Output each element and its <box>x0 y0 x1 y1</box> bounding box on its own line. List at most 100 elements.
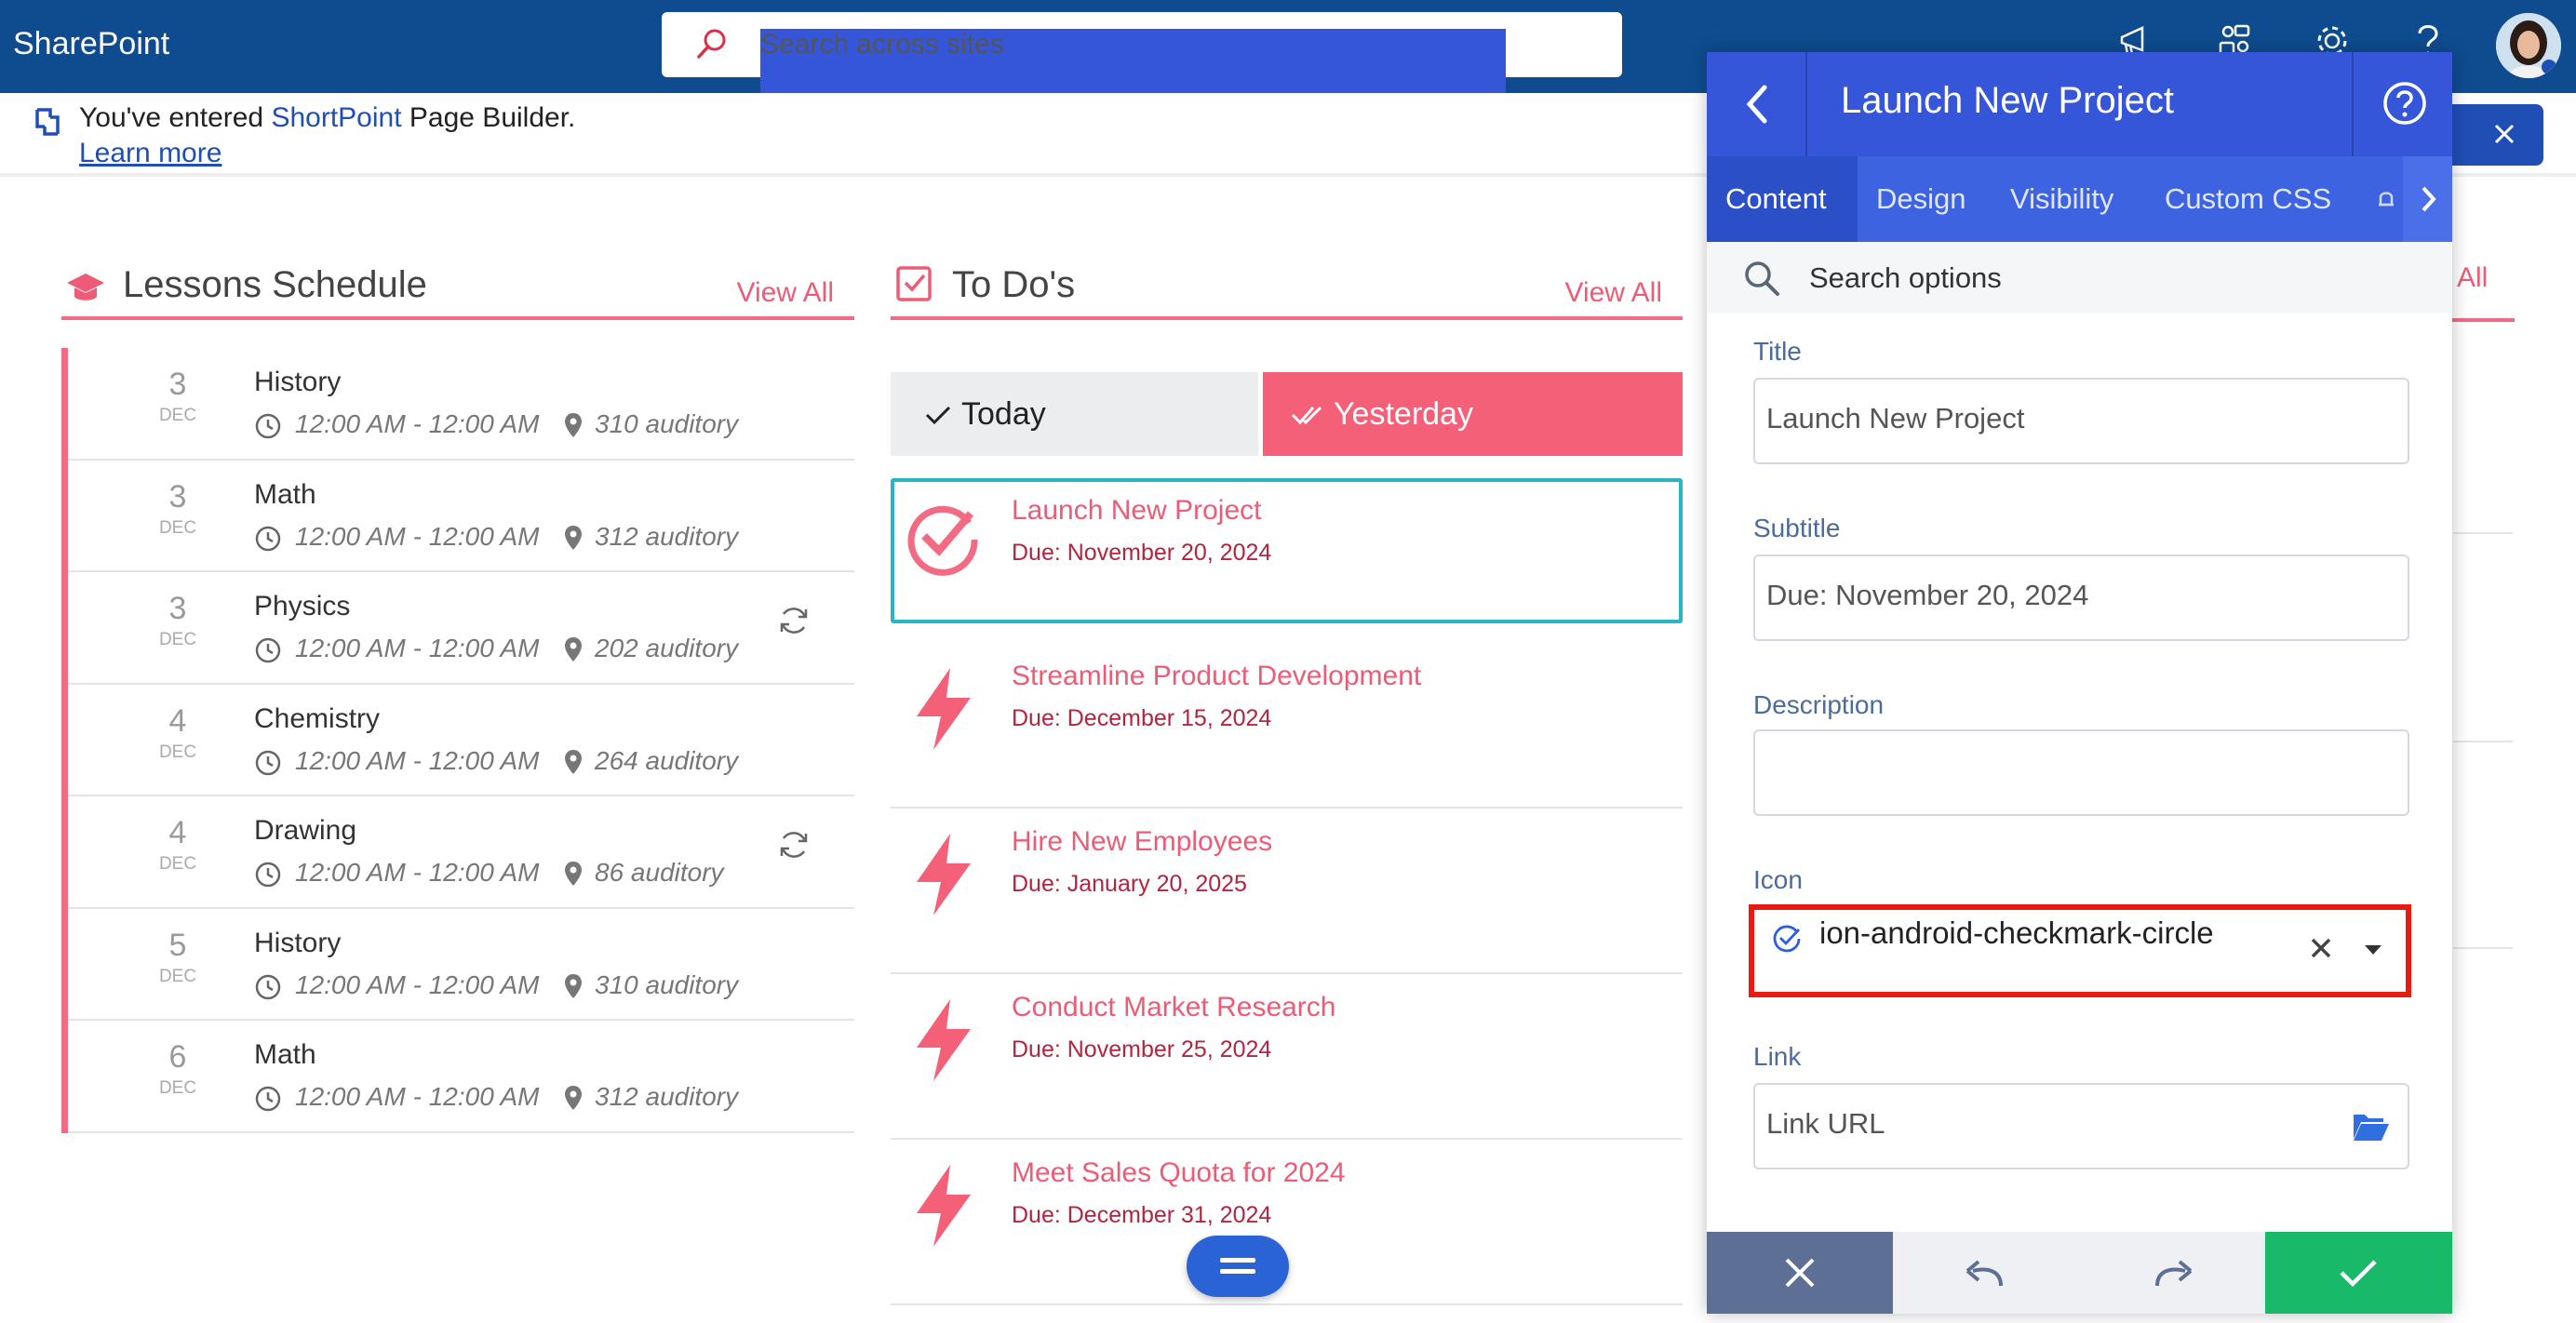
lesson-subject: History <box>254 367 342 397</box>
search-icon <box>1745 261 1779 296</box>
icon-select[interactable]: ion-android-checkmark-circle <box>1749 904 2411 997</box>
clock-icon <box>254 746 282 777</box>
location-pin-icon <box>563 746 584 776</box>
todo-title: Meet Sales Quota for 2024 <box>1012 1157 1346 1188</box>
todo-item[interactable]: Hire New Employees Due: January 20, 2025 <box>891 809 1683 974</box>
icon-value: ion-android-checkmark-circle <box>1819 915 2214 950</box>
todo-tabs: Today Yesterday <box>891 372 1683 456</box>
title-field[interactable]: Launch New Project <box>1753 378 2409 464</box>
lesson-day: 5 <box>168 927 187 963</box>
todo-title: Conduct Market Research <box>1012 992 1336 1022</box>
app-name[interactable]: SharePoint <box>13 26 169 62</box>
lesson-month: DEC <box>158 517 197 538</box>
lesson-month: DEC <box>158 406 197 425</box>
lesson-month: DEC <box>158 966 197 986</box>
lessons-view-all-link[interactable]: View All <box>736 277 834 309</box>
lesson-subject: Math <box>254 478 316 510</box>
panel-footer <box>1707 1232 2452 1314</box>
clear-icon[interactable] <box>2309 936 2333 960</box>
lesson-item[interactable]: 6 DEC Math 12:00 AM - 12:00 AM 312 auditory <box>68 1021 854 1133</box>
icon-label: Icon <box>1753 865 1803 894</box>
clock-icon <box>254 522 282 553</box>
tab-yesterday[interactable]: Yesterday <box>1263 372 1683 456</box>
cancel-button[interactable] <box>1707 1232 1893 1314</box>
redo-icon <box>2155 1260 2193 1287</box>
tab-today[interactable]: Today <box>891 372 1258 456</box>
lightning-icon <box>904 996 982 1085</box>
clock-icon <box>254 970 282 1001</box>
learn-more-link[interactable]: Learn more <box>79 138 221 169</box>
folder-open-icon[interactable] <box>2352 1109 2391 1143</box>
redo-button[interactable] <box>2079 1232 2265 1314</box>
subtitle-label: Subtitle <box>1753 514 1841 542</box>
lesson-item[interactable]: 4 DEC Chemistry 12:00 AM - 12:00 AM 264 audi… <box>68 685 854 796</box>
todo-due-date: Due: January 20, 2025 <box>1012 871 1247 897</box>
lesson-subject: Chemistry <box>254 702 381 734</box>
help-button[interactable] <box>2352 52 2452 156</box>
double-check-icon <box>1291 404 1324 426</box>
todo-item[interactable]: Streamline Product Development Due: Decem… <box>891 644 1683 808</box>
todo-title: Hire New Employees <box>1012 826 1273 857</box>
lesson-room: 202 auditory <box>595 634 739 662</box>
check-icon <box>924 404 952 426</box>
row-divider <box>2453 947 2513 949</box>
lesson-time: 12:00 AM - 12:00 AM <box>295 409 540 438</box>
check-icon <box>2340 1260 2377 1288</box>
lesson-day: 6 <box>168 1039 187 1075</box>
tab-content[interactable]: Content <box>1707 156 1858 242</box>
clock-icon <box>254 858 282 889</box>
shortpoint-logo-icon <box>34 106 61 138</box>
tabs-next-button[interactable] <box>2403 156 2452 242</box>
checkbox-icon <box>894 262 935 303</box>
save-button[interactable] <box>2265 1232 2452 1314</box>
lessons-list: 3 DEC History 12:00 AM - 12:00 AM 310 audito… <box>61 348 854 1133</box>
site-search[interactable]: Search across sites <box>662 12 1622 133</box>
row-divider <box>2453 532 2513 534</box>
row-divider <box>2453 741 2513 742</box>
notice-message: You've entered ShortPoint Page Builder. <box>79 102 576 133</box>
todos-view-all-link[interactable]: View All <box>1564 277 1662 309</box>
todo-item[interactable]: Conduct Market Research Due: November 25,… <box>891 975 1683 1140</box>
tab-custom-css[interactable]: Custom CSS <box>2165 156 2331 242</box>
todo-item[interactable]: Meet Sales Quota for 2024 Due: December 3… <box>891 1141 1683 1305</box>
lesson-time: 12:00 AM - 12:00 AM <box>295 634 540 662</box>
lesson-day: 3 <box>168 591 187 626</box>
lesson-item[interactable]: 3 DEC Physics 12:00 AM - 12:00 AM 202 audito… <box>68 572 854 685</box>
lesson-item[interactable]: 4 DEC Drawing 12:00 AM - 12:00 AM 86 auditor… <box>68 796 854 909</box>
location-pin-icon <box>563 522 584 552</box>
avatar[interactable] <box>2496 13 2561 78</box>
lesson-room: 310 auditory <box>595 969 739 999</box>
lightning-icon <box>904 830 982 919</box>
panel-title: Launch New Project <box>1841 80 2174 121</box>
builder-menu-button[interactable] <box>1187 1236 1289 1297</box>
lesson-month: DEC <box>158 630 197 649</box>
undo-button[interactable] <box>1893 1232 2079 1314</box>
lesson-time: 12:00 AM - 12:00 AM <box>295 521 540 551</box>
lesson-time: 12:00 AM - 12:00 AM <box>295 1082 540 1111</box>
section-underline <box>2448 318 2515 322</box>
lesson-item[interactable]: 5 DEC History 12:00 AM - 12:00 AM 310 audito… <box>68 909 854 1021</box>
tab-visibility[interactable]: Visibility <box>2010 156 2113 242</box>
equals-icon <box>1220 1256 1255 1276</box>
link-url-field[interactable]: Link URL <box>1753 1083 2409 1169</box>
clock-icon <box>254 634 282 664</box>
dropdown-arrow-icon[interactable] <box>2363 943 2383 956</box>
location-pin-icon <box>563 634 584 663</box>
right-view-all-link[interactable]: All <box>2457 262 2488 294</box>
back-button[interactable] <box>1707 52 1807 156</box>
description-field[interactable] <box>1753 729 2409 816</box>
bell-icon[interactable] <box>2377 188 2395 210</box>
lesson-item[interactable]: 3 DEC History 12:00 AM - 12:00 AM 310 audito… <box>68 348 854 461</box>
lesson-time: 12:00 AM - 12:00 AM <box>295 745 540 775</box>
options-search-input[interactable]: Search options <box>1809 261 2002 295</box>
tab-design[interactable]: Design <box>1876 156 1966 242</box>
lesson-item[interactable]: 3 DEC Math 12:00 AM - 12:00 AM 312 auditory <box>68 461 854 572</box>
todo-item-selected[interactable]: Launch New Project Due: November 20, 2024 <box>891 478 1683 623</box>
clock-icon <box>254 409 282 440</box>
lesson-day: 4 <box>168 815 187 850</box>
subtitle-field[interactable]: Due: November 20, 2024 <box>1753 555 2409 641</box>
todo-due-date: Due: November 20, 2024 <box>1012 540 1272 566</box>
lesson-subject: Drawing <box>254 815 357 846</box>
close-icon <box>1785 1258 1815 1288</box>
options-search[interactable]: Search options <box>1707 242 2452 313</box>
